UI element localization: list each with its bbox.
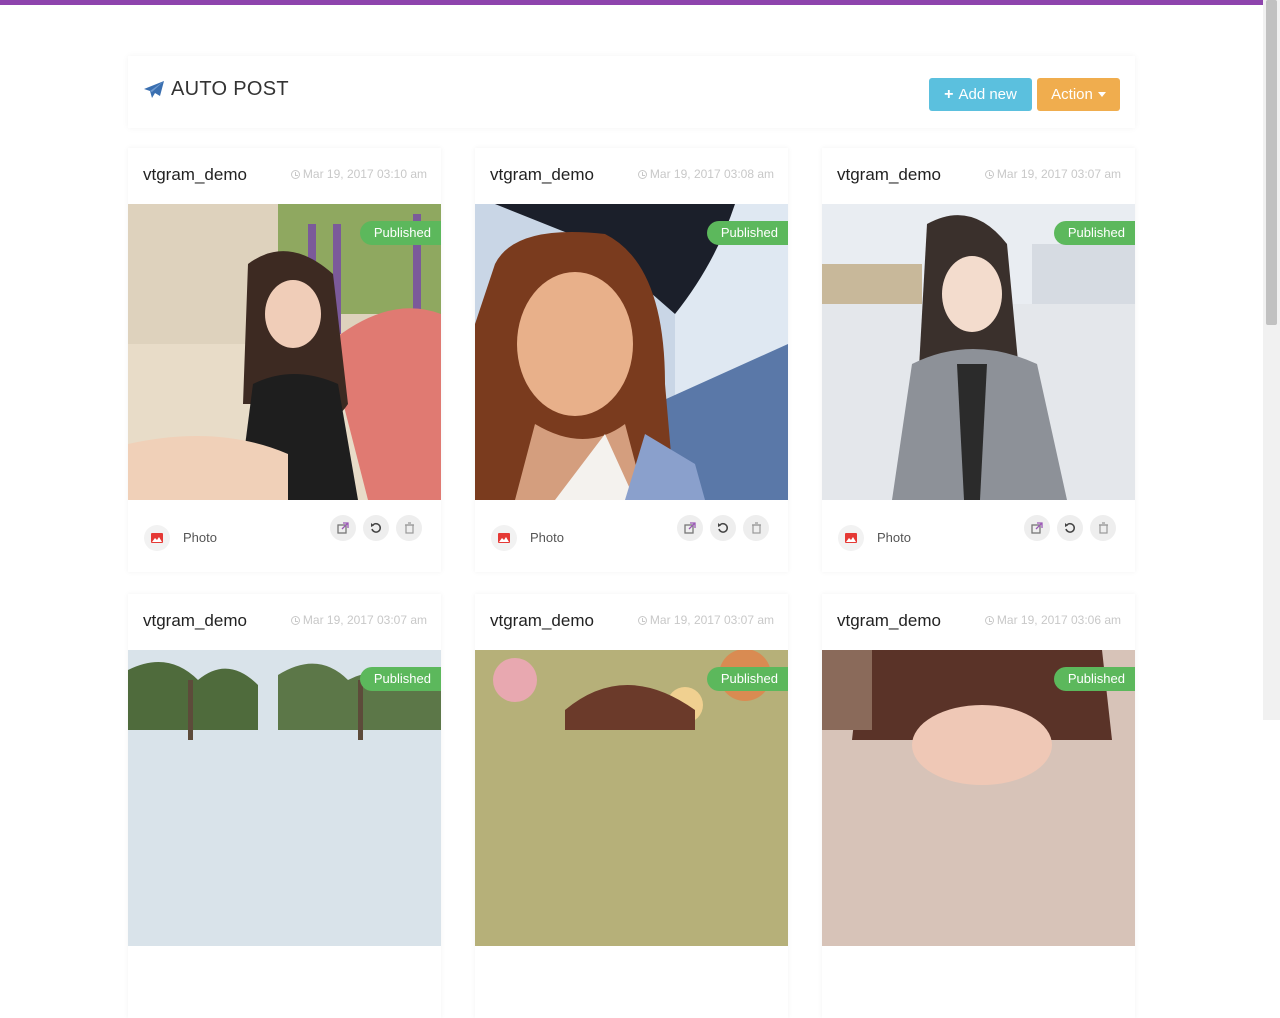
post-username: vtgram_demo xyxy=(490,611,594,630)
post-time-text: Mar 19, 2017 03:08 am xyxy=(649,167,774,181)
photo-girl-grey-jacket xyxy=(822,204,1135,500)
status-badge: Published xyxy=(359,667,441,691)
action-label: Action xyxy=(1051,86,1093,103)
post-timestamp: Mar 19, 2017 03:07 am xyxy=(637,613,774,627)
scrollbar-thumb[interactable] xyxy=(1266,0,1277,325)
post-username: vtgram_demo xyxy=(143,165,247,184)
post-image[interactable]: Published xyxy=(128,204,441,500)
card-header: vtgram_demo Mar 19, 2017 03:08 am xyxy=(475,148,788,204)
page-header: AUTO POST + Add new Action xyxy=(128,56,1135,128)
post-image[interactable]: Published xyxy=(475,650,788,946)
image-type-icon xyxy=(838,525,864,551)
post-username: vtgram_demo xyxy=(143,611,247,630)
clock-icon xyxy=(984,169,994,179)
clock-icon xyxy=(637,169,647,179)
add-new-label: Add new xyxy=(958,86,1017,103)
trash-icon xyxy=(404,522,414,534)
post-username: vtgram_demo xyxy=(837,611,941,630)
card-actions xyxy=(330,515,422,541)
refresh-icon xyxy=(1065,522,1075,533)
card-header: vtgram_demo Mar 19, 2017 03:07 am xyxy=(128,594,441,650)
post-card: vtgram_demo Mar 19, 2017 03:07 am Publis… xyxy=(822,148,1135,572)
page-title-text: AUTO POST xyxy=(171,78,289,100)
status-badge: Published xyxy=(1053,221,1135,245)
card-footer: Photo xyxy=(822,500,1135,572)
delete-button[interactable] xyxy=(1090,515,1116,541)
post-time-text: Mar 19, 2017 03:10 am xyxy=(302,167,427,181)
post-time-text: Mar 19, 2017 03:07 am xyxy=(302,613,427,627)
card-actions xyxy=(1024,515,1116,541)
post-time-text: Mar 19, 2017 03:07 am xyxy=(996,167,1121,181)
caret-down-icon xyxy=(1097,92,1106,97)
clock-icon xyxy=(637,615,647,625)
post-username: vtgram_demo xyxy=(490,165,594,184)
photo-flowers xyxy=(475,650,788,946)
external-link-icon xyxy=(684,522,696,534)
status-badge: Published xyxy=(1053,667,1135,691)
post-card: vtgram_demo Mar 19, 2017 03:07 am Publis… xyxy=(475,594,788,1018)
post-timestamp: Mar 19, 2017 03:08 am xyxy=(637,167,774,181)
page-title: AUTO POST xyxy=(143,78,289,101)
post-timestamp: Mar 19, 2017 03:07 am xyxy=(290,613,427,627)
post-image[interactable]: Published xyxy=(475,204,788,500)
repost-button[interactable] xyxy=(710,515,736,541)
post-username: vtgram_demo xyxy=(837,165,941,184)
status-badge: Published xyxy=(706,667,788,691)
status-badge: Published xyxy=(706,221,788,245)
clock-icon xyxy=(290,615,300,625)
clock-icon xyxy=(984,615,994,625)
card-header: vtgram_demo Mar 19, 2017 03:10 am xyxy=(128,148,441,204)
action-dropdown-button[interactable]: Action xyxy=(1037,78,1120,111)
post-card: vtgram_demo Mar 19, 2017 03:10 am Publis xyxy=(128,148,441,572)
page-scrollbar[interactable] xyxy=(1263,0,1280,720)
post-image[interactable]: Published xyxy=(822,204,1135,500)
image-type-icon xyxy=(491,525,517,551)
delete-button[interactable] xyxy=(396,515,422,541)
post-type-label: Photo xyxy=(877,530,911,545)
external-link-icon xyxy=(337,522,349,534)
card-header: vtgram_demo Mar 19, 2017 03:07 am xyxy=(822,148,1135,204)
refresh-icon xyxy=(718,522,728,533)
open-link-button[interactable] xyxy=(1024,515,1050,541)
photo-girl-playground xyxy=(128,204,441,500)
post-card: vtgram_demo Mar 19, 2017 03:07 am Publis… xyxy=(128,594,441,1018)
post-time-text: Mar 19, 2017 03:06 am xyxy=(996,613,1121,627)
paper-plane-icon xyxy=(143,80,165,100)
post-timestamp: Mar 19, 2017 03:07 am xyxy=(984,167,1121,181)
clock-icon xyxy=(290,169,300,179)
post-image[interactable]: Published xyxy=(128,650,441,946)
post-image[interactable]: Published xyxy=(822,650,1135,946)
card-footer: Photo xyxy=(475,500,788,572)
add-new-button[interactable]: + Add new xyxy=(929,78,1032,111)
trash-icon xyxy=(751,522,761,534)
repost-button[interactable] xyxy=(363,515,389,541)
photo-girl-bangs xyxy=(822,650,1135,946)
card-footer: Photo xyxy=(128,500,441,572)
post-timestamp: Mar 19, 2017 03:10 am xyxy=(290,167,427,181)
post-time-text: Mar 19, 2017 03:07 am xyxy=(649,613,774,627)
status-badge: Published xyxy=(359,221,441,245)
top-accent-bar xyxy=(0,0,1263,5)
card-actions xyxy=(677,515,769,541)
plus-icon: + xyxy=(944,85,954,103)
open-link-button[interactable] xyxy=(677,515,703,541)
card-header: vtgram_demo Mar 19, 2017 03:06 am xyxy=(822,594,1135,650)
card-header: vtgram_demo Mar 19, 2017 03:07 am xyxy=(475,594,788,650)
image-type-icon xyxy=(144,525,170,551)
trash-icon xyxy=(1098,522,1108,534)
post-timestamp: Mar 19, 2017 03:06 am xyxy=(984,613,1121,627)
repost-button[interactable] xyxy=(1057,515,1083,541)
photo-girl-black-hat xyxy=(475,204,788,500)
post-card: vtgram_demo Mar 19, 2017 03:08 am Publis… xyxy=(475,148,788,572)
post-type-label: Photo xyxy=(530,530,564,545)
open-link-button[interactable] xyxy=(330,515,356,541)
post-type-label: Photo xyxy=(183,530,217,545)
photo-palm-trees xyxy=(128,650,441,946)
post-card: vtgram_demo Mar 19, 2017 03:06 am Publis… xyxy=(822,594,1135,1018)
refresh-icon xyxy=(371,522,381,533)
delete-button[interactable] xyxy=(743,515,769,541)
external-link-icon xyxy=(1031,522,1043,534)
